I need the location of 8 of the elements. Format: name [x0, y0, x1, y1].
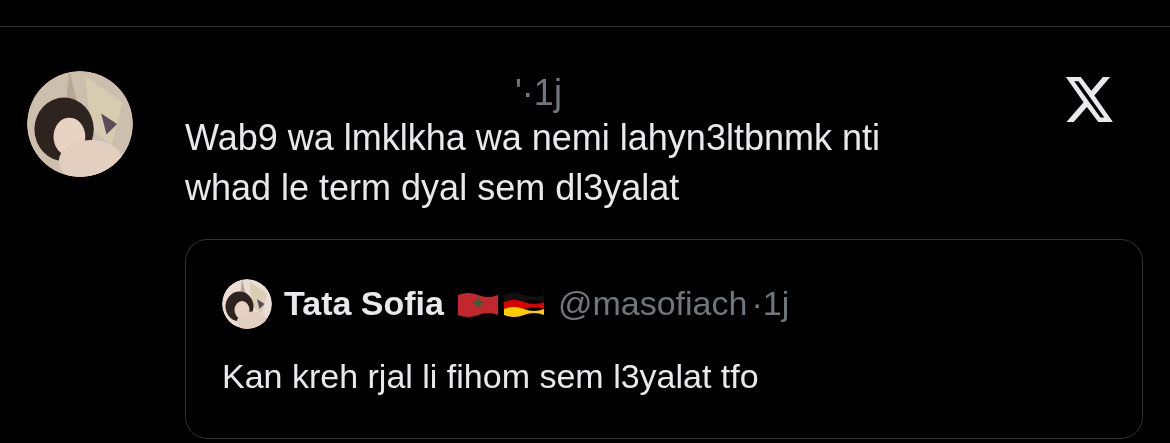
- quoted-author-handle: @masofiach: [557, 283, 748, 324]
- quoted-post-text: Kan kreh rjal li fihom sem l3yalat tfo: [222, 356, 760, 397]
- x-logo-icon[interactable]: [1065, 77, 1115, 123]
- quoted-post-time: ·1j: [751, 283, 790, 324]
- quoted-post-card[interactable]: Tata Sofia @masofiach·1j Kan kreh rjal li fihom sem l3yalat tfo: [185, 239, 1143, 439]
- quoted-author-name: Tata Sofia: [284, 283, 444, 324]
- post-time: '·1j: [515, 73, 562, 113]
- post-text: Wab9 wa lmklkha wa nemi lahyn3ltbnmk nti whad le term dyal sem dl3yalat: [185, 116, 881, 210]
